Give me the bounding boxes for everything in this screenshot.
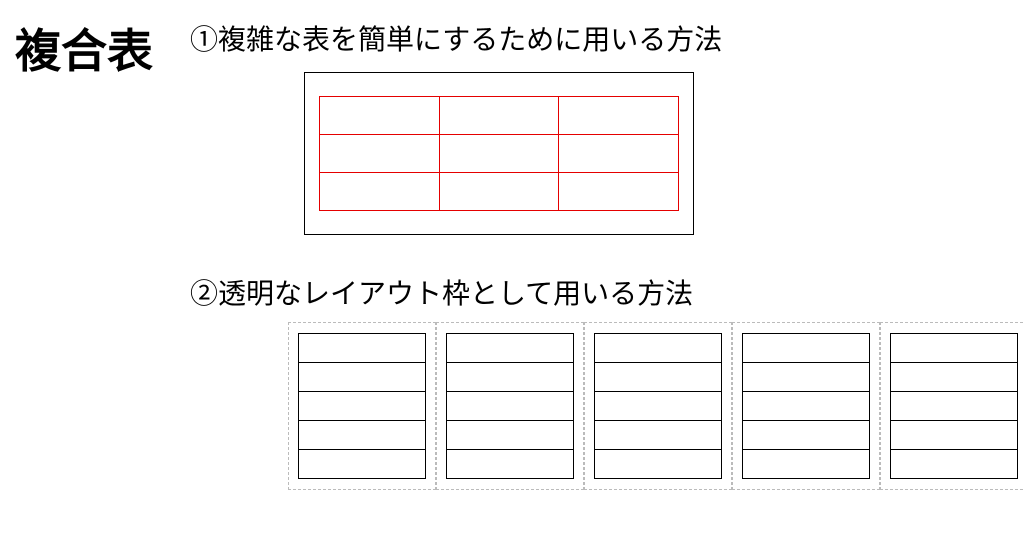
table-cell	[320, 97, 440, 135]
table-row	[595, 363, 722, 392]
table-row	[299, 334, 426, 363]
table-cell	[891, 450, 1018, 479]
layout-frame-container	[288, 322, 1024, 490]
table-row	[595, 421, 722, 450]
table-row	[595, 450, 722, 479]
table-cell	[595, 392, 722, 421]
table-row	[320, 97, 679, 135]
table-cell	[743, 363, 870, 392]
table-cell	[439, 97, 559, 135]
small-table	[742, 333, 870, 479]
table-row	[891, 421, 1018, 450]
table-row	[447, 363, 574, 392]
table-cell	[447, 392, 574, 421]
dashed-layout-frame	[288, 322, 436, 490]
table-cell	[299, 392, 426, 421]
table-cell	[559, 135, 679, 173]
table-cell	[743, 450, 870, 479]
table-row	[595, 392, 722, 421]
table-cell	[447, 450, 574, 479]
table-row	[743, 334, 870, 363]
table-row	[299, 363, 426, 392]
table-cell	[320, 135, 440, 173]
table-cell	[743, 392, 870, 421]
dashed-layout-frame	[584, 322, 732, 490]
table-row	[743, 450, 870, 479]
table-row	[320, 173, 679, 211]
table-row	[891, 363, 1018, 392]
table-row	[447, 421, 574, 450]
table-cell	[595, 363, 722, 392]
table-cell	[743, 334, 870, 363]
table-row	[320, 135, 679, 173]
table-row	[299, 421, 426, 450]
table-cell	[299, 450, 426, 479]
table-cell	[439, 173, 559, 211]
table-row	[299, 450, 426, 479]
table-cell	[447, 363, 574, 392]
inner-red-table	[319, 96, 679, 211]
section1-heading: ①複雑な表を簡単にするために用いる方法	[190, 18, 722, 58]
table-cell	[595, 334, 722, 363]
table-row	[743, 363, 870, 392]
page-title: 複合表	[15, 15, 153, 81]
table-row	[891, 392, 1018, 421]
table-cell	[891, 392, 1018, 421]
table-row	[743, 421, 870, 450]
table-row	[447, 450, 574, 479]
table-cell	[595, 421, 722, 450]
small-table	[298, 333, 426, 479]
table-row	[595, 334, 722, 363]
table-cell	[447, 421, 574, 450]
table-row	[743, 392, 870, 421]
table-cell	[299, 334, 426, 363]
dashed-layout-frame	[436, 322, 584, 490]
small-table	[594, 333, 722, 479]
table-cell	[299, 421, 426, 450]
small-table	[446, 333, 574, 479]
outer-table-frame	[304, 72, 694, 235]
table-row	[447, 334, 574, 363]
table-cell	[559, 173, 679, 211]
table-row	[891, 334, 1018, 363]
dashed-layout-frame	[880, 322, 1024, 490]
table-cell	[743, 421, 870, 450]
table-cell	[320, 173, 440, 211]
table-cell	[891, 421, 1018, 450]
table-cell	[891, 363, 1018, 392]
table-cell	[595, 450, 722, 479]
section2-heading: ②透明なレイアウト枠として用いる方法	[190, 272, 693, 312]
table-row	[891, 450, 1018, 479]
table-row	[299, 392, 426, 421]
table-cell	[559, 97, 679, 135]
table-cell	[891, 334, 1018, 363]
dashed-layout-frame	[732, 322, 880, 490]
table-cell	[299, 363, 426, 392]
small-table	[890, 333, 1018, 479]
table-row	[447, 392, 574, 421]
table-cell	[439, 135, 559, 173]
table-cell	[447, 334, 574, 363]
